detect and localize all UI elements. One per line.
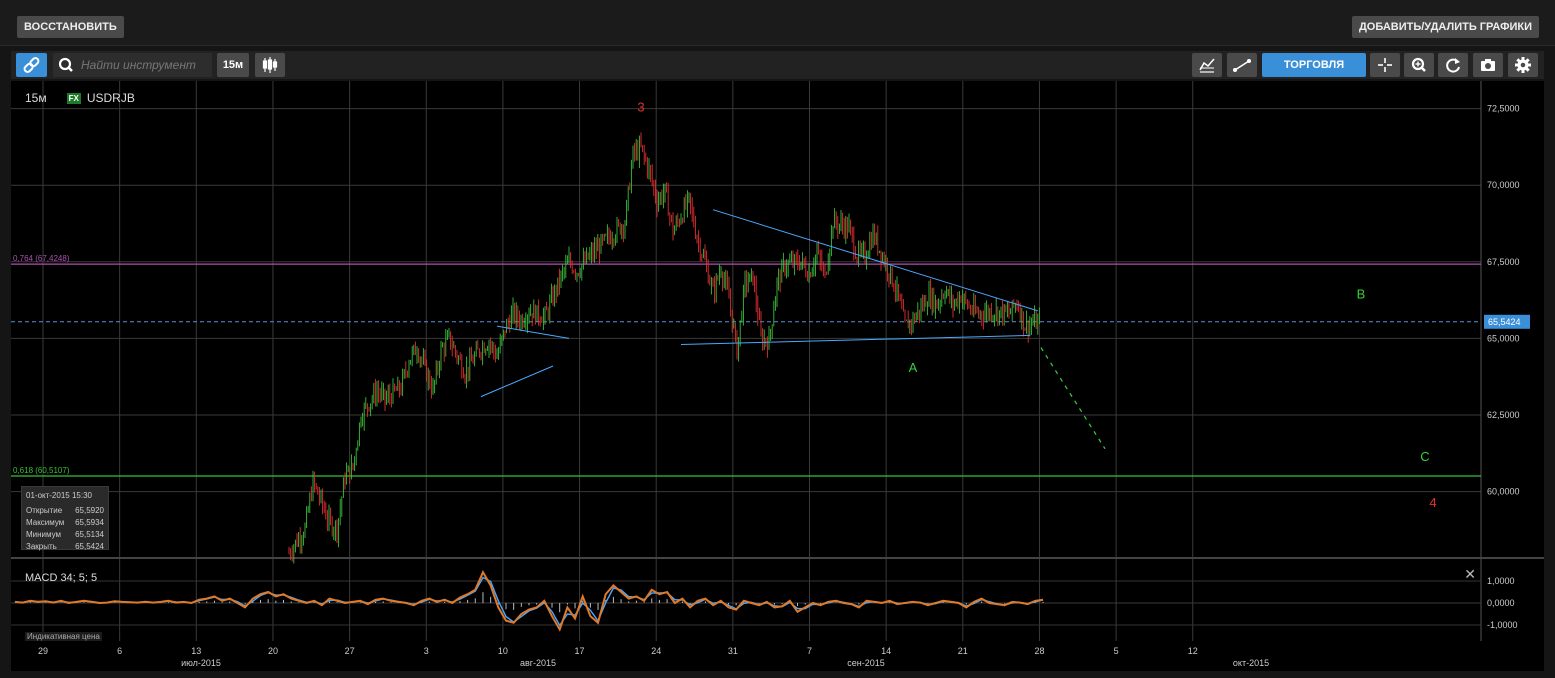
x-tick-label: 7	[807, 646, 812, 656]
top-bar: ВОССТАНОВИТЬ ДОБАВИТЬ/УДАЛИТЬ ГРАФИКИ	[0, 0, 1555, 46]
wave-label: A	[909, 360, 918, 375]
close-icon[interactable]: ✕	[1464, 566, 1476, 583]
x-tick-label: 27	[345, 646, 355, 656]
interval-button[interactable]: 15м	[217, 53, 249, 77]
legend-interval: 15м	[25, 91, 47, 105]
y-tick-label: 67,5000	[1487, 257, 1520, 267]
zoom-icon[interactable]	[1404, 53, 1434, 77]
indicators-icon[interactable]	[1192, 53, 1222, 77]
fib-level-label: 0,764 (67,4248)	[13, 254, 70, 263]
x-tick-label: 21	[958, 646, 968, 656]
x-tick-label: 6	[117, 646, 122, 656]
chart-toolbar: 15м ТОРГОВЛЯ	[11, 51, 1544, 79]
y-tick-label: 60,0000	[1487, 487, 1520, 497]
search-icon	[58, 57, 73, 72]
info-row-high: Максимум 65,5934	[26, 517, 104, 529]
gear-icon[interactable]	[1508, 53, 1538, 77]
macd-tick-label: 0,0000	[1487, 598, 1515, 608]
y-tick-label: 62,5000	[1487, 410, 1520, 420]
x-tick-label: 12	[1188, 646, 1198, 656]
info-value: 65,5134	[75, 530, 104, 539]
trendline	[496, 325, 570, 339]
x-month-label: июл-2015	[181, 658, 221, 668]
link-icon[interactable]	[16, 53, 47, 77]
y-tick-label: 70,0000	[1487, 180, 1520, 190]
x-month-label: окт-2015	[1233, 658, 1269, 668]
legend-symbol: USDRJB	[86, 91, 135, 105]
last-price-label: 65,5424	[1488, 317, 1521, 327]
x-tick-label: 29	[38, 646, 48, 656]
macd-label: MACD 34; 5; 5	[25, 572, 98, 584]
wave-label: C	[1420, 449, 1429, 464]
info-label: Минимум	[26, 530, 62, 539]
wave-label: 4	[1429, 495, 1436, 510]
camera-icon[interactable]	[1473, 53, 1503, 77]
interval-label: 15м	[222, 59, 244, 71]
info-date: 01-окт-2015 15:30	[26, 491, 92, 500]
wave-label: 3	[637, 100, 644, 115]
info-row-low: Минимум 65,5134	[26, 529, 104, 541]
wave-label: B	[1357, 287, 1366, 302]
x-tick-label: 3	[424, 646, 429, 656]
macd-tick-label: 1,0000	[1487, 576, 1515, 586]
x-tick-label: 31	[728, 646, 738, 656]
trendline	[712, 209, 1038, 312]
x-tick-label: 28	[1034, 646, 1044, 656]
line-tool-icon[interactable]	[1227, 53, 1257, 77]
info-value: 65,5424	[75, 542, 104, 551]
x-month-label: авг-2015	[520, 658, 556, 668]
x-tick-label: 24	[651, 646, 661, 656]
candles-group	[288, 132, 1040, 564]
info-label: Закрыть	[26, 542, 57, 551]
chart-area[interactable]: 29 6 13 20 27 3 10 17 24 31 7 14 21 28 5 12 июл-2015 авг-…	[11, 81, 1544, 671]
info-row-open: Открытие 65,5920	[26, 505, 104, 517]
fib-level-label: 0,618 (60,5107)	[13, 466, 70, 475]
price-chart[interactable]: 29 6 13 20 27 3 10 17 24 31 7 14 21 28 5 12 июл-2015 авг-…	[11, 81, 1544, 671]
info-value: 65,5934	[75, 518, 104, 527]
search-input[interactable]	[81, 56, 209, 74]
x-tick-label: 17	[575, 646, 585, 656]
y-tick-label: 72,5000	[1487, 104, 1520, 114]
info-row-close: Закрыть 65,5424	[26, 541, 104, 553]
x-tick-label: 20	[268, 646, 278, 656]
refresh-icon[interactable]	[1438, 53, 1468, 77]
candles-icon[interactable]	[255, 53, 285, 77]
x-tick-label: 10	[498, 646, 508, 656]
add-remove-charts-button[interactable]: ДОБАВИТЬ/УДАЛИТЬ ГРАФИКИ	[1351, 16, 1539, 38]
macd-tick-label: -1,0000	[1487, 620, 1518, 630]
info-value: 65,5920	[75, 506, 104, 515]
trade-button[interactable]: ТОРГОВЛЯ	[1262, 53, 1366, 77]
indicative-price-label: Индикативная цена	[25, 632, 102, 641]
trendline	[480, 365, 554, 398]
crosshair-icon[interactable]	[1370, 53, 1400, 77]
projection-line	[1040, 347, 1106, 450]
x-tick-label: 14	[881, 646, 891, 656]
info-label: Открытие	[26, 506, 63, 515]
search-box[interactable]	[53, 53, 212, 77]
x-tick-label: 13	[191, 646, 201, 656]
x-tick-label: 5	[1114, 646, 1119, 656]
x-month-label: сен-2015	[847, 658, 885, 668]
trade-label: ТОРГОВЛЯ	[1283, 59, 1345, 71]
y-tick-label: 65,0000	[1487, 333, 1520, 343]
restore-button[interactable]: ВОССТАНОВИТЬ	[17, 16, 124, 38]
ohlc-info-box: 01-окт-2015 15:30 Открытие 65,5920 Максим…	[21, 486, 109, 553]
info-label: Максимум	[26, 518, 65, 527]
chart-legend: 15м FX USDRJB	[25, 91, 135, 105]
fx-badge: FX	[66, 92, 81, 104]
